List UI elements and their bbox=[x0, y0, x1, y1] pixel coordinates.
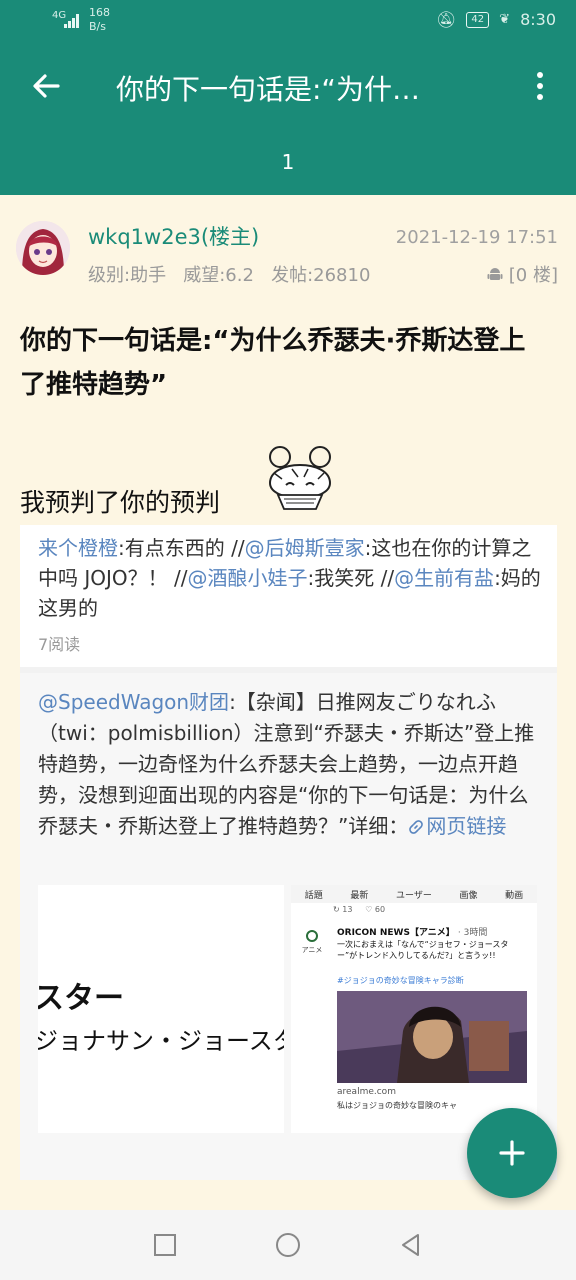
speed-value: 168 bbox=[89, 6, 110, 19]
character-illustration bbox=[337, 991, 527, 1083]
read-count: 7阅读 bbox=[38, 635, 81, 654]
tweet-actions: ↻ 13 ♡ 60 bbox=[333, 905, 386, 914]
tweet-account: ORICON NEWS【アニメ】 · 3時間 bbox=[337, 925, 487, 938]
image-text-line2: ジョナサン・ジョースタ bbox=[38, 1027, 284, 1055]
triangle-back-icon bbox=[402, 1234, 419, 1256]
comment-user: @生前有盐 bbox=[394, 566, 495, 590]
floor-number: [0 楼] bbox=[508, 265, 558, 286]
recents-button[interactable] bbox=[152, 1232, 178, 1258]
bell-off-icon: 🔕︎ bbox=[436, 10, 457, 29]
comment-body: :有点东西的 // bbox=[118, 536, 245, 560]
post-title: 你的下一句话是:“为什么乔瑟夫·乔斯达登上了推特趋势” bbox=[20, 326, 526, 400]
link-source: arealme.com bbox=[337, 1087, 396, 1097]
system-nav-bar bbox=[0, 1210, 576, 1280]
attached-image-left: スター ジョナサン・ジョースタ bbox=[38, 885, 284, 1133]
emoticon-sticker bbox=[268, 446, 332, 510]
link-label: 网页链接 bbox=[426, 814, 507, 838]
back-button[interactable] bbox=[30, 70, 62, 102]
arrow-left-icon bbox=[33, 74, 60, 98]
network-speed: 168 B/s bbox=[89, 6, 110, 34]
username-link[interactable]: wkq1w2e3(楼主) bbox=[88, 221, 259, 251]
repost-body: @SpeedWagon财团:【杂闻】日推网友ごりなれふ（twi：polmisbi… bbox=[20, 673, 557, 1180]
image-text-line1: スター bbox=[38, 981, 124, 1016]
square-icon bbox=[154, 1234, 176, 1256]
back-nav-button[interactable] bbox=[398, 1232, 424, 1258]
speed-unit: B/s bbox=[89, 20, 106, 33]
page-indicator[interactable]: 1 bbox=[0, 150, 576, 174]
tab-label: ユーザー bbox=[396, 890, 432, 901]
plus-icon bbox=[499, 1140, 525, 1166]
comment-user: @酒酿小娃子 bbox=[187, 566, 308, 590]
android-icon bbox=[487, 268, 503, 280]
post-time: 2021-12-19 17:51 bbox=[395, 227, 558, 248]
avatar[interactable] bbox=[16, 221, 70, 275]
leaf-icon: ❦ bbox=[499, 12, 511, 27]
circle-icon bbox=[276, 1233, 300, 1257]
tweet-hashtag: #ジョジョの奇妙な冒険キャラ診断 bbox=[337, 976, 464, 985]
battery-level: 42 bbox=[471, 13, 485, 25]
post-content[interactable]: wkq1w2e3(楼主) 2021-12-19 17:51 级别:助手 威望:6… bbox=[0, 195, 576, 1210]
tab-label: 画像 bbox=[459, 890, 478, 901]
more-vertical-icon bbox=[537, 72, 543, 78]
web-link: 网页链接 bbox=[408, 814, 506, 838]
floor-info: [0 楼] bbox=[487, 261, 558, 287]
repost-user: @SpeedWagon财团 bbox=[38, 690, 230, 714]
oricon-logo: アニメ bbox=[301, 929, 323, 959]
logo-text: アニメ bbox=[301, 946, 323, 954]
tab-label: 動画 bbox=[505, 890, 524, 901]
embedded-screenshot[interactable]: 来个橙橙:有点东西的 //@后姆斯壹家:这也在你的计算之中吗 JOJO？！ //… bbox=[20, 525, 557, 1180]
tweet-time: · 3時間 bbox=[457, 928, 488, 938]
link-description: 私はジョジョの奇妙な冒険のキャ bbox=[337, 1101, 457, 1110]
comment-user: @后姆斯壹家 bbox=[244, 536, 365, 560]
comment-chain: 来个橙橙:有点东西的 //@后姆斯壹家:这也在你的计算之中吗 JOJO？！ //… bbox=[20, 525, 557, 667]
user-meta: 级别:助手 威望:6.2 发帖:26810 bbox=[88, 265, 371, 286]
comment-text: 来个橙橙:有点东西的 //@后姆斯壹家:这也在你的计算之中吗 JOJO？！ //… bbox=[38, 533, 543, 623]
signal-icon bbox=[64, 12, 80, 28]
comment-user: 来个橙橙 bbox=[38, 536, 118, 560]
reply-fab-button[interactable] bbox=[467, 1108, 557, 1198]
status-time: 8:30 bbox=[520, 10, 556, 29]
status-bar: 4G 168 B/s 🔕︎ 42 ❦ 8:30 bbox=[0, 0, 576, 42]
link-icon bbox=[409, 820, 424, 834]
battery-icon: 42 bbox=[466, 11, 490, 28]
more-options-button[interactable] bbox=[530, 70, 550, 102]
tweet-text: 一次におまえは「なんで“ジョセフ・ジョースター”がトレンド入りしてるんだ?」と言… bbox=[337, 940, 509, 960]
home-button[interactable] bbox=[275, 1232, 301, 1258]
twitter-tabs: 話題 最新 ユーザー 画像 動画 bbox=[291, 885, 537, 903]
attached-image-right: 話題 最新 ユーザー 画像 動画 ↻ 13 ♡ 60 アニメ ORICON NE… bbox=[291, 885, 537, 1133]
app-bar: 你的下一句话是:“为什… 1 bbox=[0, 42, 576, 195]
status-right: 🔕︎ 42 ❦ 8:30 bbox=[436, 10, 556, 29]
tab-label: 最新 bbox=[350, 890, 369, 901]
post-text: 我预判了你的预判 bbox=[20, 488, 221, 517]
tab-label: 話題 bbox=[304, 890, 323, 901]
account-name: ORICON NEWS【アニメ】 bbox=[337, 928, 455, 938]
comment-body: :我笑死 // bbox=[307, 566, 395, 590]
page-title: 你的下一句话是:“为什… bbox=[116, 73, 420, 106]
repost-text: @SpeedWagon财团:【杂闻】日推网友ごりなれふ（twi：polmisbi… bbox=[38, 687, 543, 842]
